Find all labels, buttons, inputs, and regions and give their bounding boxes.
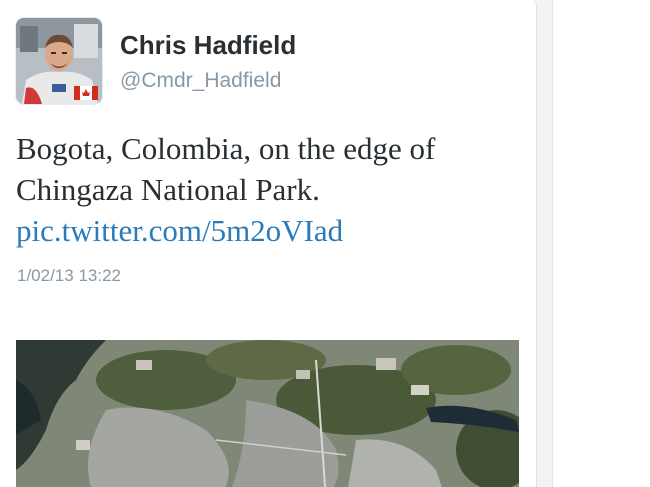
username[interactable]: @Cmdr_Hadfield xyxy=(120,69,281,93)
astronaut-avatar-icon xyxy=(16,18,102,104)
satellite-photo-image xyxy=(16,340,519,487)
canada-flag-icon xyxy=(74,86,98,100)
right-panel xyxy=(552,0,650,487)
tweet-text-line-1: Bogota, Colombia, on the edge of xyxy=(16,131,436,166)
tweet-photo-link[interactable]: pic.twitter.com/5m2oVIad xyxy=(16,213,343,248)
tweet-card: Chris Hadfield @Cmdr_Hadfield Bogota, Co… xyxy=(0,0,537,487)
tweet-photo[interactable] xyxy=(16,340,519,487)
tweet-timestamp[interactable]: 1/02/13 13:22 xyxy=(17,266,121,286)
display-name[interactable]: Chris Hadfield xyxy=(120,30,296,61)
avatar[interactable] xyxy=(16,18,102,104)
tweet-text: Bogota, Colombia, on the edge of Chingaz… xyxy=(16,128,526,251)
tweet-text-line-2: Chingaza National Park. xyxy=(16,172,320,207)
